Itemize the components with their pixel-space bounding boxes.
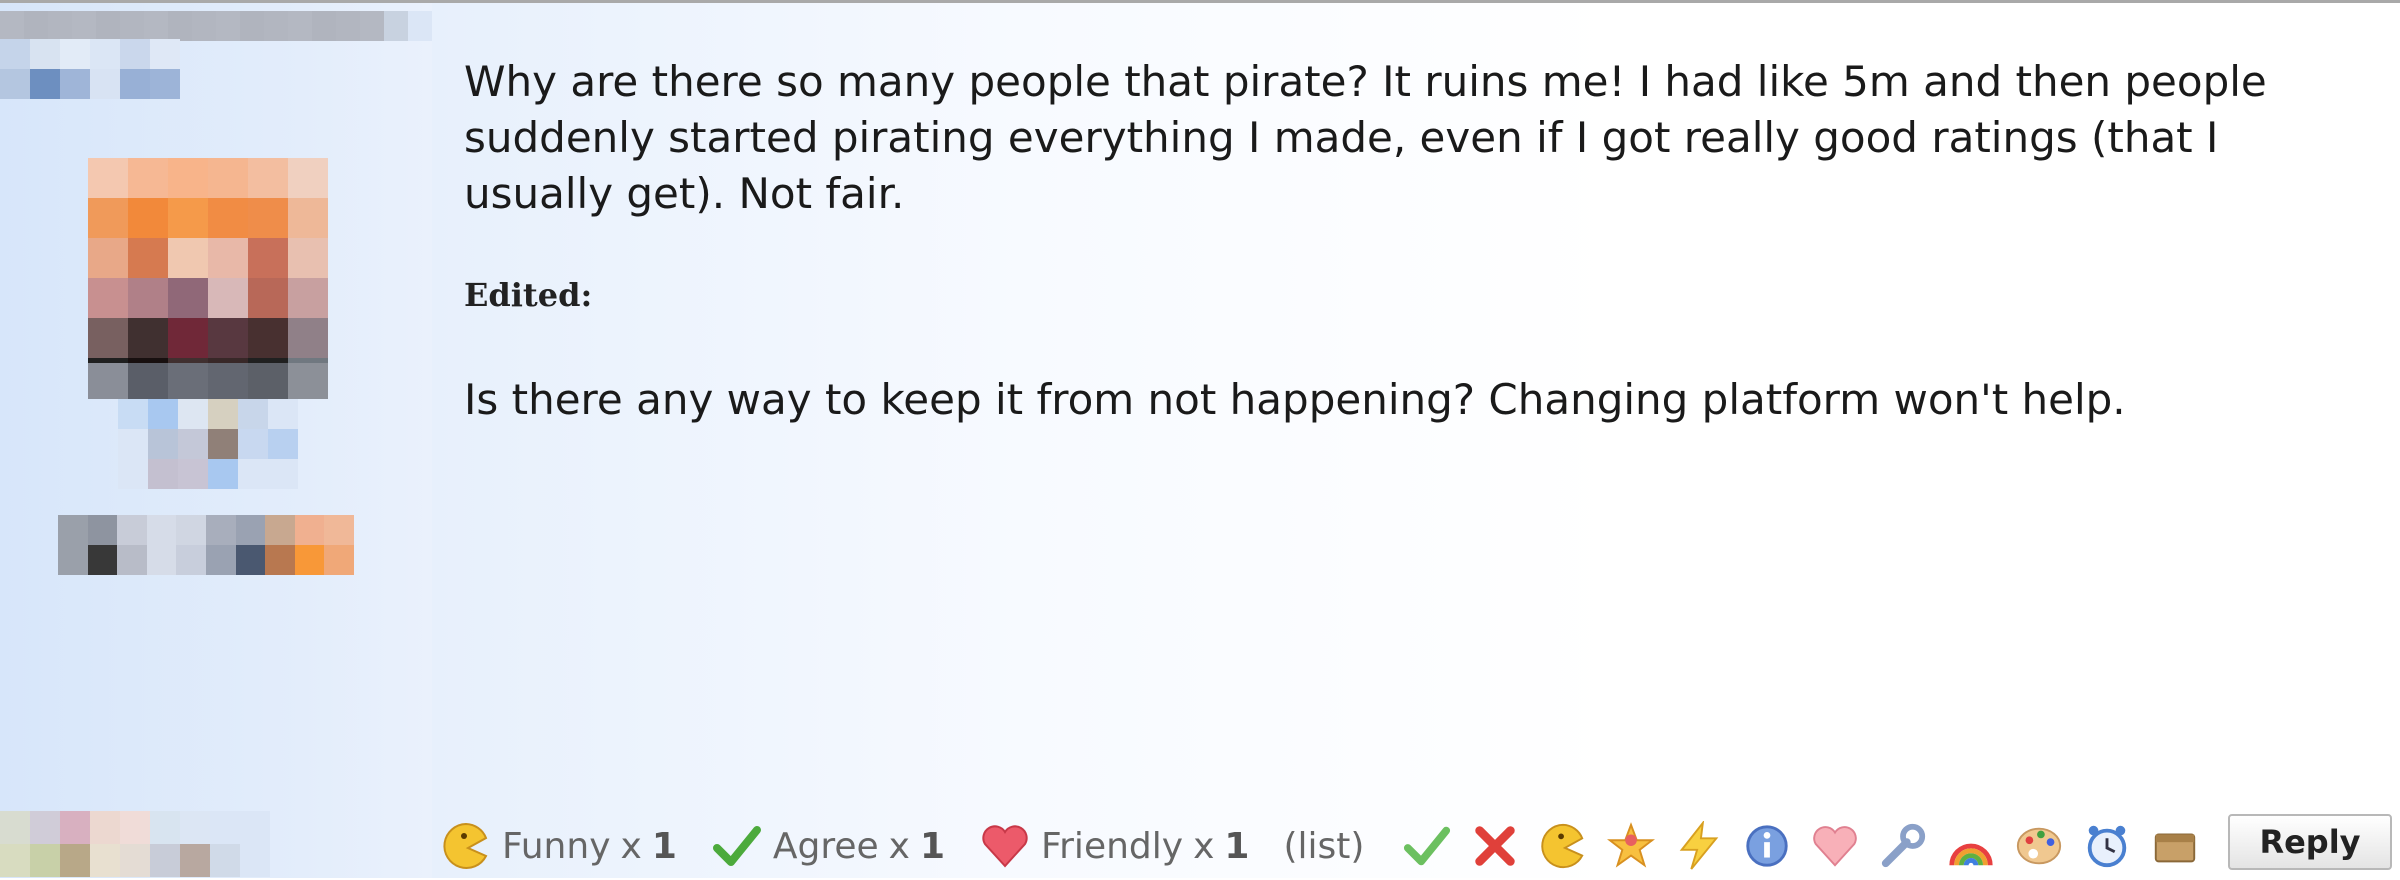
zing-icon[interactable] [1672, 819, 1726, 873]
user-flags-pixelated [0, 811, 270, 877]
rating-friendly[interactable]: Friendly x 1 [979, 820, 1249, 872]
funny-icon[interactable] [1536, 819, 1590, 873]
rating-friendly-count: 1 [1224, 825, 1250, 867]
disagree-icon[interactable] [1468, 819, 1522, 873]
dumb-icon[interactable] [2148, 819, 2202, 873]
friendly-icon[interactable] [1808, 819, 1862, 873]
rating-agree-count: 1 [919, 825, 946, 867]
username-pixelated[interactable] [0, 11, 432, 41]
post-body-text: Why are there so many people that pirate… [464, 57, 2267, 218]
ratings-list-link[interactable]: (list) [1283, 826, 1364, 867]
optimistic-icon[interactable] [1944, 819, 1998, 873]
rating-agree[interactable]: Agree x 1 [711, 820, 945, 872]
avatar[interactable] [88, 158, 328, 398]
rating-funny-mult: x [620, 825, 642, 867]
user-info-panel [0, 3, 432, 878]
rating-funny-count: 1 [651, 825, 677, 867]
reply-button[interactable]: Reply [2228, 814, 2392, 870]
rating-funny[interactable]: Funny x 1 [440, 820, 677, 872]
rating-agree-mult: x [888, 825, 910, 867]
winner-icon[interactable] [1604, 819, 1658, 873]
agree-icon [711, 820, 763, 872]
friendly-icon [979, 820, 1031, 872]
user-title-pixelated [0, 39, 180, 99]
funny-icon [440, 820, 492, 872]
rating-agree-label: Agree [772, 825, 879, 867]
ratings-summary: Funny x 1 Agree x 1 Friendly x 1 (list) [440, 812, 1364, 880]
post-edit-text: Is there any way to keep it from not hap… [464, 375, 2126, 424]
rating-friendly-label: Friendly [1041, 825, 1184, 867]
artistic-icon[interactable] [2012, 819, 2066, 873]
rating-friendly-mult: x [1193, 825, 1215, 867]
late-icon[interactable] [2080, 819, 2134, 873]
agree-icon[interactable] [1400, 819, 1454, 873]
user-badges-pixelated [118, 399, 298, 489]
avatar-bottom [88, 363, 328, 399]
rank-image-pixelated [58, 515, 354, 575]
edited-label: Edited: [464, 276, 593, 314]
informative-icon[interactable] [1740, 819, 1794, 873]
useful-icon[interactable] [1876, 819, 1930, 873]
rate-buttons [1400, 812, 2202, 880]
rating-funny-label: Funny [502, 825, 611, 867]
